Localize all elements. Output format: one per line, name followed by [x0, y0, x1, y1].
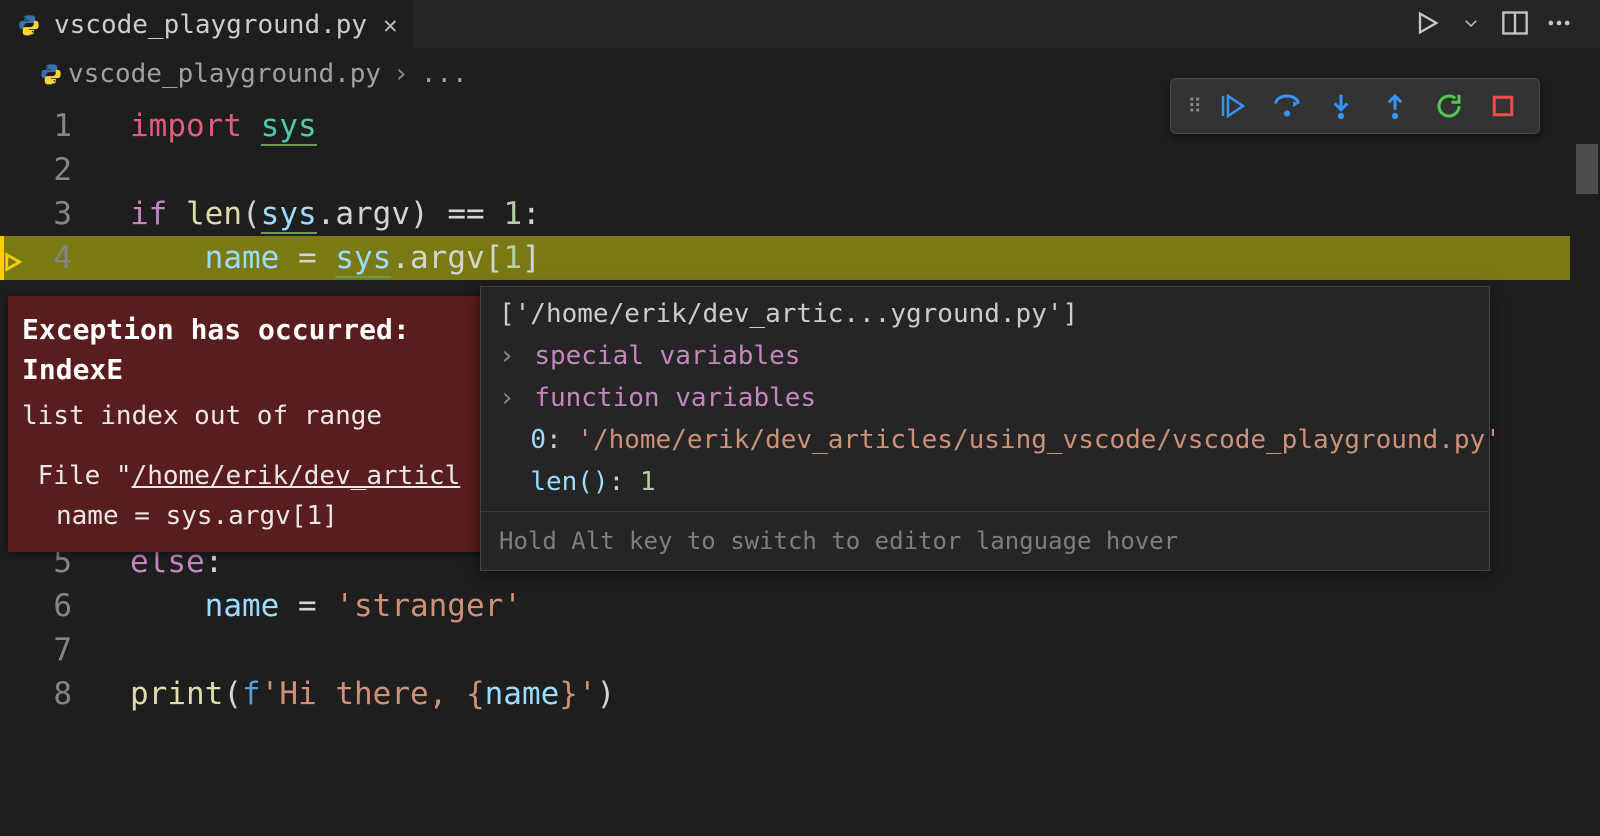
hover-row-expandable[interactable]: › function variables	[499, 377, 1471, 419]
tab-filename: vscode_playground.py	[54, 10, 367, 40]
line-number[interactable]: 7	[0, 628, 100, 672]
run-button[interactable]	[1410, 6, 1444, 40]
line-number[interactable]: 2	[0, 148, 100, 192]
chevron-right-icon: ›	[499, 341, 515, 371]
hover-hint: Hold Alt key to switch to editor languag…	[499, 520, 1471, 562]
editor-tab[interactable]: vscode_playground.py ✕	[0, 0, 414, 48]
editor-title-actions	[1410, 6, 1576, 40]
hover-row: 0: '/home/erik/dev_articles/using_vscode…	[499, 419, 1471, 461]
divider	[481, 511, 1489, 512]
debug-hover: ['/home/erik/dev_artic...yground.py'] › …	[480, 286, 1490, 571]
exception-header: Exception has occurred: IndexE	[22, 310, 474, 390]
split-editor-icon[interactable]	[1498, 6, 1532, 40]
python-icon	[18, 14, 40, 36]
line-number[interactable]: 4	[0, 236, 100, 280]
scroll-thumb[interactable]	[1576, 144, 1598, 194]
hover-row-expandable[interactable]: › special variables	[499, 335, 1471, 377]
exception-stack-line: name = sys.argv[1]	[22, 496, 474, 536]
python-icon	[40, 63, 62, 85]
run-dropdown-chevron-icon[interactable]	[1454, 6, 1488, 40]
hover-row: len(): 1	[499, 461, 1471, 503]
tab-bar: vscode_playground.py ✕	[0, 0, 1600, 48]
chevron-right-icon: ›	[393, 59, 409, 89]
line-number[interactable]: 3	[0, 192, 100, 236]
hover-header: ['/home/erik/dev_artic...yground.py']	[499, 293, 1471, 335]
chevron-right-icon: ›	[499, 383, 515, 413]
breadcrumb-file[interactable]: vscode_playground.py	[68, 59, 381, 89]
exception-stack-file[interactable]: File "/home/erik/dev_articl	[22, 456, 474, 496]
line-number[interactable]: 1	[0, 104, 100, 148]
line-number[interactable]: 8	[0, 672, 100, 716]
close-tab-icon[interactable]: ✕	[381, 11, 399, 39]
exception-message: list index out of range	[22, 396, 474, 436]
line-number[interactable]: 6	[0, 584, 100, 628]
more-actions-icon[interactable]	[1542, 6, 1576, 40]
exception-widget: Exception has occurred: IndexE list inde…	[8, 296, 488, 552]
breadcrumb-more[interactable]: ...	[421, 59, 468, 89]
vertical-scrollbar[interactable]	[1574, 56, 1600, 836]
